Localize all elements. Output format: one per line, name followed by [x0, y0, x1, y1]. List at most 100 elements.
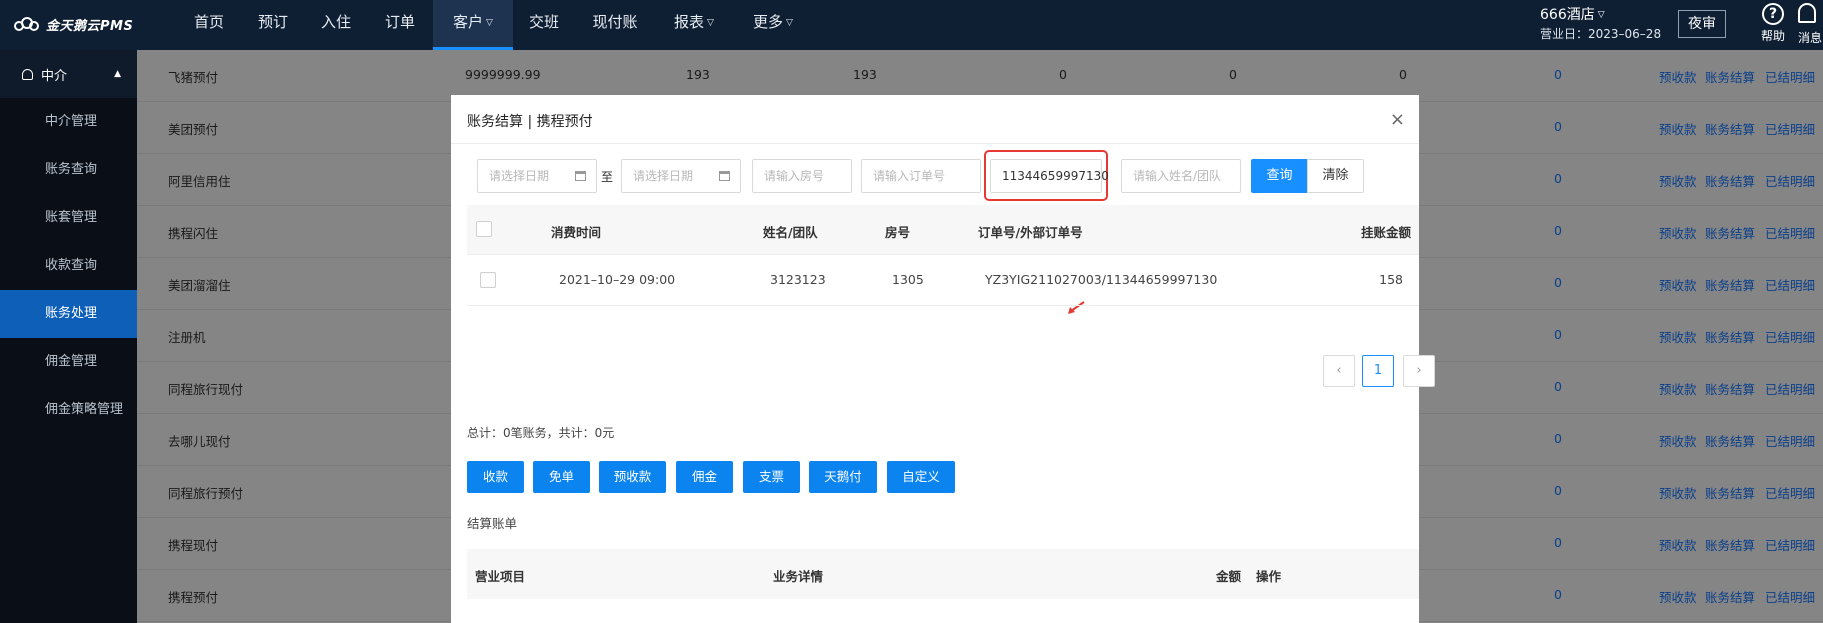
- prepayment-link[interactable]: 预收款: [1659, 171, 1697, 190]
- logo-text: 金天鹅云PMS: [46, 18, 134, 34]
- settled-detail-link[interactable]: 已结明细: [1765, 379, 1815, 398]
- nav-customers[interactable]: 客户 ▽: [433, 0, 513, 50]
- balance-link[interactable]: 0: [1554, 67, 1562, 82]
- balance-link[interactable]: 0: [1554, 119, 1562, 134]
- page-1-button[interactable]: 1: [1362, 355, 1394, 387]
- cheque-button[interactable]: 支票: [743, 461, 800, 493]
- room-number-input[interactable]: 请输入房号: [752, 159, 852, 193]
- commission-button[interactable]: 佣金: [676, 461, 733, 493]
- settle-link[interactable]: 账务结算: [1705, 587, 1755, 606]
- order-number-input[interactable]: 请输入订单号: [861, 159, 981, 193]
- sidebar-item-account-processing[interactable]: 账务处理: [0, 290, 137, 338]
- nav-checkin[interactable]: 入住: [318, 0, 354, 50]
- prepayment-link[interactable]: 预收款: [1659, 119, 1697, 138]
- settled-detail-link[interactable]: 已结明细: [1765, 587, 1815, 606]
- prepayment-link[interactable]: 预收款: [1659, 535, 1697, 554]
- settled-detail-link[interactable]: 已结明细: [1765, 171, 1815, 190]
- table-cell: 0: [1399, 67, 1407, 82]
- prepayment-link[interactable]: 预收款: [1659, 67, 1697, 86]
- sidebar-item-agency-management[interactable]: 中介管理: [0, 98, 137, 146]
- balance-link[interactable]: 0: [1554, 379, 1562, 394]
- prepayment-link[interactable]: 预收款: [1659, 587, 1697, 606]
- settled-detail-link[interactable]: 已结明细: [1765, 119, 1815, 138]
- settled-detail-link[interactable]: 已结明细: [1765, 535, 1815, 554]
- balance-link[interactable]: 0: [1554, 535, 1562, 550]
- chevron-up-icon: ▲: [114, 69, 121, 79]
- nav-shift[interactable]: 交班: [527, 0, 561, 50]
- select-all-checkbox[interactable]: [476, 221, 492, 237]
- settle-link[interactable]: 账务结算: [1705, 483, 1755, 502]
- prepayment-link[interactable]: 预收款: [1659, 483, 1697, 502]
- sidebar-item-payment-query[interactable]: 收款查询: [0, 242, 137, 290]
- next-page-button[interactable]: ›: [1403, 355, 1435, 387]
- custom-button[interactable]: 自定义: [887, 461, 955, 493]
- swan-pay-button[interactable]: 天鹅付: [809, 461, 877, 493]
- end-date-placeholder: 请选择日期: [633, 169, 694, 183]
- sidebar-item-account-query[interactable]: 账务查询: [0, 146, 137, 194]
- row-checkbox[interactable]: [480, 272, 496, 288]
- balance-link[interactable]: 0: [1554, 275, 1562, 290]
- prepayment-link[interactable]: 预收款: [1659, 379, 1697, 398]
- agency-name: 携程现付: [168, 538, 219, 553]
- settle-link[interactable]: 账务结算: [1705, 223, 1755, 242]
- nav-orders[interactable]: 订单: [382, 0, 418, 50]
- balance-link[interactable]: 0: [1554, 327, 1562, 342]
- nav-more[interactable]: 更多 ▽: [749, 0, 797, 50]
- nav-booking[interactable]: 预订: [255, 0, 291, 50]
- chevron-down-icon: ▽: [707, 18, 714, 28]
- settled-detail-link[interactable]: 已结明细: [1765, 327, 1815, 346]
- settled-detail-link[interactable]: 已结明细: [1765, 483, 1815, 502]
- settle-link[interactable]: 账务结算: [1705, 535, 1755, 554]
- hotel-name: 666酒店: [1540, 7, 1595, 23]
- settled-detail-link[interactable]: 已结明细: [1765, 431, 1815, 450]
- end-date-picker[interactable]: 请选择日期: [621, 159, 741, 193]
- help-button[interactable]: ? 帮助: [1758, 3, 1788, 44]
- settle-link[interactable]: 账务结算: [1705, 275, 1755, 294]
- message-button[interactable]: 消息: [1798, 3, 1823, 46]
- guest-name-input[interactable]: 请输入姓名/团队: [1121, 159, 1241, 193]
- waive-button[interactable]: 免单: [533, 461, 590, 493]
- agency-name: 飞猪预付: [168, 70, 219, 85]
- settled-detail-link[interactable]: 已结明细: [1765, 67, 1815, 86]
- hotel-selector[interactable]: 666酒店 ▽: [1540, 4, 1605, 24]
- settle-link[interactable]: 账务结算: [1705, 67, 1755, 86]
- sidebar-item-commission[interactable]: 佣金管理: [0, 338, 137, 386]
- settle-link[interactable]: 账务结算: [1705, 171, 1755, 190]
- balance-link[interactable]: 0: [1554, 483, 1562, 498]
- settle-link[interactable]: 账务结算: [1705, 327, 1755, 346]
- prepayment-link[interactable]: 预收款: [1659, 275, 1697, 294]
- prepayment-button[interactable]: 预收款: [599, 461, 666, 493]
- sidebar-item-commission-policy[interactable]: 佣金策略管理: [0, 386, 137, 434]
- table-cell: 9999999.99: [465, 67, 541, 82]
- nav-reports[interactable]: 报表 ▽: [670, 0, 718, 50]
- balance-link[interactable]: 0: [1554, 223, 1562, 238]
- sidebar-section-agency[interactable]: 中介 ▲: [0, 50, 137, 98]
- search-button[interactable]: 查询: [1251, 159, 1308, 193]
- prepayment-link[interactable]: 预收款: [1659, 327, 1697, 346]
- prev-page-button[interactable]: ‹: [1323, 355, 1355, 387]
- settle-link[interactable]: 账务结算: [1705, 379, 1755, 398]
- start-date-picker[interactable]: 请选择日期: [477, 159, 597, 193]
- settled-detail-link[interactable]: 已结明细: [1765, 223, 1815, 242]
- night-audit-button[interactable]: 夜审: [1678, 10, 1726, 38]
- prepayment-link[interactable]: 预收款: [1659, 431, 1697, 450]
- table-cell: 193: [853, 67, 877, 82]
- settle-link[interactable]: 账务结算: [1705, 119, 1755, 138]
- balance-link[interactable]: 0: [1554, 431, 1562, 446]
- clear-button[interactable]: 清除: [1307, 159, 1364, 193]
- nav-cash-account[interactable]: 现付账: [592, 0, 638, 50]
- close-icon[interactable]: ×: [1390, 111, 1405, 129]
- agency-name: 阿里信用住: [168, 174, 231, 189]
- nav-home[interactable]: 首页: [190, 0, 228, 50]
- settled-detail-link[interactable]: 已结明细: [1765, 275, 1815, 294]
- app-logo[interactable]: 金天鹅云PMS: [14, 13, 133, 35]
- settle-link[interactable]: 账务结算: [1705, 431, 1755, 450]
- external-order-input[interactable]: 11344659997130: [990, 159, 1109, 193]
- balance-link[interactable]: 0: [1554, 171, 1562, 186]
- collect-payment-button[interactable]: 收款: [467, 461, 524, 493]
- balance-link[interactable]: 0: [1554, 587, 1562, 602]
- table-row[interactable]: 2021–10–29 09:00 3123123 1305 YZ3YIG2110…: [467, 255, 1419, 306]
- modal-title: 账务结算 | 携程预付: [467, 114, 593, 130]
- sidebar-item-account-set[interactable]: 账套管理: [0, 194, 137, 242]
- prepayment-link[interactable]: 预收款: [1659, 223, 1697, 242]
